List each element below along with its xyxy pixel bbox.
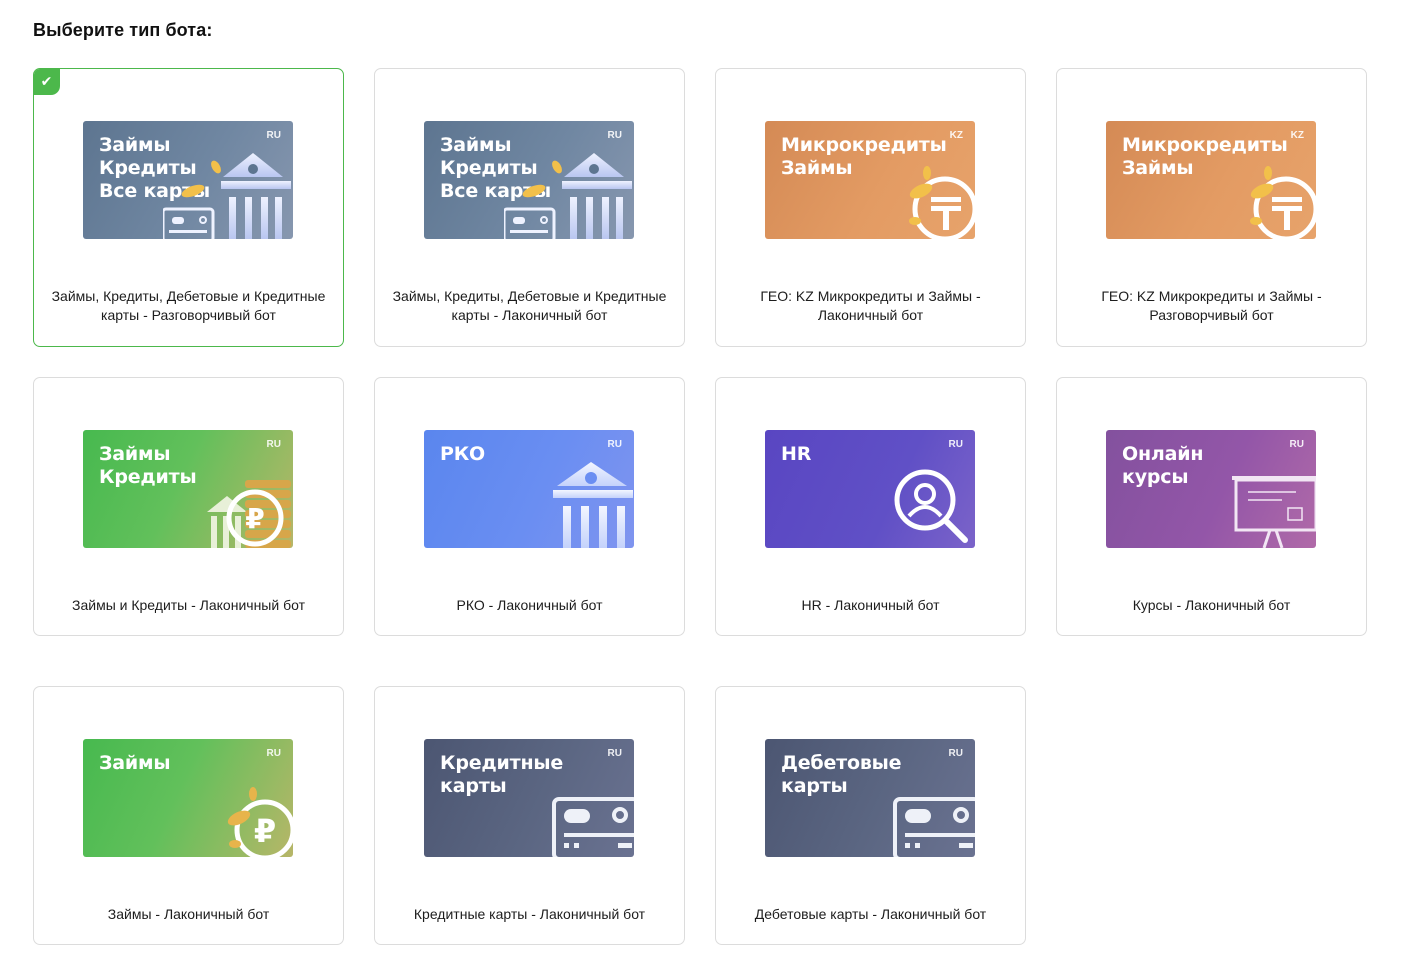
bot-card-loans-credits-all-cards-talkative[interactable]: ✔ Займы Кредиты Все карты RU Займы, Кред… bbox=[33, 68, 344, 347]
bot-banner: Займы Кредиты Все карты RU bbox=[424, 121, 634, 239]
credit-card-icon bbox=[893, 797, 975, 857]
page-title: Выберите тип бота: bbox=[33, 20, 213, 40]
bot-banner: РКО RU bbox=[424, 430, 634, 548]
bot-banner: Кредитные карты RU bbox=[424, 739, 634, 857]
bot-card-hr-laconic[interactable]: HR RU HR - Лаконичный бот bbox=[715, 377, 1026, 636]
bot-banner: Микрокредиты Займы KZ bbox=[765, 121, 975, 239]
bot-banner: Займы RU ₽ bbox=[83, 739, 293, 857]
magnifier-person-icon bbox=[894, 469, 968, 543]
ruble-coin-icon: ₽ bbox=[227, 787, 293, 857]
bot-banner: HR RU bbox=[765, 430, 975, 548]
banner-title: Займы bbox=[99, 752, 171, 774]
geo-badge: RU bbox=[1289, 439, 1304, 450]
bot-card-caption: ГЕО: KZ Микрокредиты и Займы - Лаконичны… bbox=[760, 288, 981, 323]
banner-title: Онлайн курсы bbox=[1122, 443, 1204, 488]
banner-title: Дебетовые карты bbox=[781, 752, 902, 797]
bot-banner: Микрокредиты Займы KZ bbox=[1106, 121, 1316, 239]
bot-card-caption: Займы, Кредиты, Дебетовые и Кредитные ка… bbox=[392, 288, 667, 323]
tenge-coin-icon bbox=[1250, 166, 1316, 239]
bot-card-loans-credits-all-cards-laconic[interactable]: Займы Кредиты Все карты RU Займы, Кредит… bbox=[374, 68, 685, 347]
bank-icon bbox=[553, 462, 633, 548]
banner-title: Займы Кредиты bbox=[99, 443, 197, 488]
bot-card-caption: Займы - Лаконичный бот bbox=[107, 906, 270, 922]
geo-badge: RU bbox=[607, 439, 622, 450]
geo-badge: RU bbox=[266, 439, 281, 450]
bank-coins-card-icon bbox=[504, 153, 632, 239]
banner-title: HR bbox=[781, 443, 812, 465]
svg-text:₽: ₽ bbox=[254, 812, 276, 850]
bot-card-caption: Дебетовые карты - Лаконичный бот bbox=[754, 906, 987, 922]
bot-card-courses-laconic[interactable]: Онлайн курсы RU Курсы - Лаконичный бот bbox=[1056, 377, 1367, 636]
bot-card-caption: ГЕО: KZ Микрокредиты и Займы - Разговорч… bbox=[1101, 288, 1322, 323]
bot-card-caption: Курсы - Лаконичный бот bbox=[1132, 597, 1291, 613]
credit-card-icon bbox=[552, 797, 634, 857]
bot-banner: Займы Кредиты RU ₽ bbox=[83, 430, 293, 548]
bot-card-kz-microcredits-talkative[interactable]: Микрокредиты Займы KZ ГЕО: KZ Микрокреди… bbox=[1056, 68, 1367, 347]
bot-card-caption: Займы и Кредиты - Лаконичный бот bbox=[72, 597, 305, 613]
banner-title: РКО bbox=[440, 443, 486, 465]
bot-card-caption: Кредитные карты - Лаконичный бот bbox=[413, 906, 646, 922]
bot-banner: Онлайн курсы RU bbox=[1106, 430, 1316, 548]
check-icon: ✔ bbox=[34, 69, 60, 95]
geo-badge: KZ bbox=[949, 130, 963, 141]
bot-banner: Дебетовые карты RU bbox=[765, 739, 975, 857]
bot-banner: Займы Кредиты Все карты RU bbox=[83, 121, 293, 239]
bot-card-kz-microcredits-laconic[interactable]: Микрокредиты Займы KZ ГЕО: KZ Микрокреди… bbox=[715, 68, 1026, 347]
presentation-board-icon bbox=[1232, 476, 1316, 548]
bot-card-loans-laconic[interactable]: Займы RU ₽ Займы - Лаконичный бот bbox=[33, 686, 344, 945]
bot-card-caption: Займы, Кредиты, Дебетовые и Кредитные ка… bbox=[51, 288, 326, 323]
geo-badge: KZ bbox=[1290, 130, 1304, 141]
geo-badge: RU bbox=[948, 748, 963, 759]
bot-type-grid: ✔ Займы Кредиты Все карты RU Займы, Кред… bbox=[33, 68, 1369, 965]
geo-badge: RU bbox=[948, 439, 963, 450]
bank-coins-card-icon bbox=[163, 153, 291, 239]
geo-badge: RU bbox=[607, 748, 622, 759]
ruble-coin-stack-icon: ₽ bbox=[207, 480, 291, 548]
bot-card-caption: HR - Лаконичный бот bbox=[801, 597, 940, 613]
banner-title: Кредитные карты bbox=[440, 752, 564, 797]
bot-card-credit-cards-laconic[interactable]: Кредитные карты RU Кредитные карты - Лак… bbox=[374, 686, 685, 945]
tenge-coin-icon bbox=[909, 166, 975, 239]
svg-text:₽: ₽ bbox=[245, 502, 264, 535]
geo-badge: RU bbox=[266, 748, 281, 759]
bot-card-caption: РКО - Лаконичный бот bbox=[456, 597, 603, 613]
bot-card-debit-cards-laconic[interactable]: Дебетовые карты RU Дебетовые карты - Лак… bbox=[715, 686, 1026, 945]
bot-card-loans-credits-laconic[interactable]: Займы Кредиты RU ₽ Займы и Кредиты - Лак… bbox=[33, 377, 344, 636]
bot-card-rko-laconic[interactable]: РКО RU РКО - Лаконичный бот bbox=[374, 377, 685, 636]
